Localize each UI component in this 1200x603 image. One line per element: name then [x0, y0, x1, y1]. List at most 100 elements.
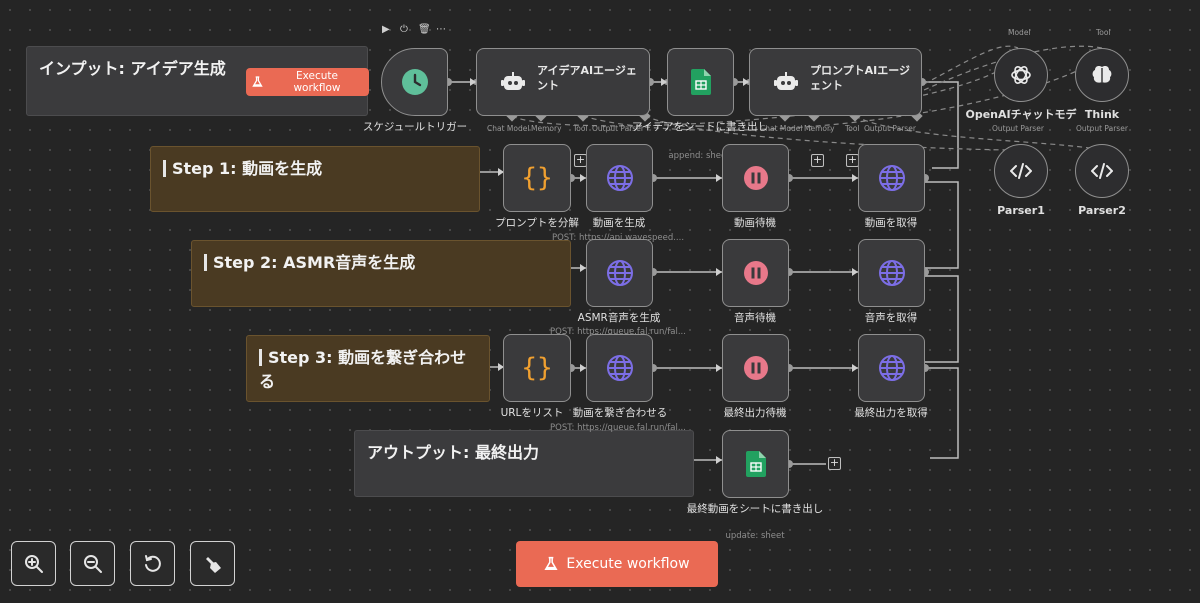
generate-asmr-audio-label: ASMR音声を生成 [577, 312, 661, 324]
globe-icon [878, 260, 905, 286]
openai-top-label: Model [1008, 28, 1031, 37]
wait-video-label: 動画待機 [734, 217, 776, 229]
think-bottom-label: Output Parser [1076, 124, 1128, 133]
globe-icon [606, 260, 633, 286]
execute-workflow-button[interactable]: Execute workflow [516, 541, 718, 587]
parser1-node[interactable] [994, 144, 1048, 198]
wait-audio-node[interactable] [722, 239, 789, 307]
idea-agent-tool-port: Tool [573, 124, 588, 133]
brain-icon [1092, 66, 1112, 83]
parser1-label: Parser1 [997, 204, 1045, 217]
wait-audio-label: 音声待機 [734, 312, 776, 324]
play-icon[interactable]: ▶ [382, 24, 390, 35]
zoom-out-icon [83, 554, 102, 573]
get-final-label: 最終出力を取得 [854, 407, 928, 419]
sticky-step3-title: Step 3: 動画を繋ぎ合わせる [259, 348, 467, 391]
code-icon [1010, 163, 1032, 179]
final-sheet-subtitle: update: sheet [725, 531, 785, 541]
prompt-agent-memory-port: Memory [804, 124, 835, 133]
prompt-agent-title: プロンプトAIエージェント [810, 64, 911, 92]
prompt-agent-add-memory-button[interactable]: + [811, 154, 824, 167]
clock-icon [401, 69, 428, 95]
idea-agent-chat-model-port: Chat Model [487, 124, 530, 133]
tidy-up-icon [205, 556, 221, 573]
trash-icon[interactable]: 🗑 [418, 24, 431, 35]
think-tool-node[interactable] [1075, 48, 1129, 102]
get-audio-label: 音声を取得 [864, 312, 918, 324]
robot-icon [774, 72, 798, 90]
prompt-agent-chat-model-port: Chat Model [760, 124, 803, 133]
execute-workflow-small-button[interactable]: Execute workflow [246, 68, 369, 96]
sticky-output-title: アウトプット: 最終出力 [367, 443, 539, 462]
think-top-label: Tool [1096, 28, 1111, 37]
url-list-label: URLをリスト [500, 407, 564, 419]
code-braces-icon: {} [521, 163, 553, 193]
get-video-label: 動画を取得 [864, 217, 918, 229]
prompt-agent-output-parser-port: Output Parser [864, 124, 916, 133]
final-sheet-node[interactable] [722, 430, 789, 498]
sticky-note-step3[interactable]: Step 3: 動画を繋ぎ合わせる [246, 335, 490, 402]
parser2-label: Parser2 [1078, 204, 1126, 217]
tidy-up-button[interactable] [190, 541, 235, 586]
globe-icon [878, 165, 905, 191]
wait-final-node[interactable] [722, 334, 789, 402]
power-icon[interactable]: ⏻ [400, 24, 408, 35]
merge-video-node[interactable] [586, 334, 653, 402]
more-icon[interactable]: ⋯ [436, 24, 446, 35]
pause-icon [743, 166, 768, 190]
openai-icon [1011, 66, 1031, 84]
generate-video-node[interactable] [586, 144, 653, 212]
final-sheet-label: 最終動画をシートに書き出し [686, 503, 824, 515]
sticky-note-step2[interactable]: Step 2: ASMR音声を生成 [191, 240, 571, 307]
merge-video-label: 動画を繋ぎ合わせる [572, 407, 668, 419]
idea-sheet-label: アイデアをシートに書き出し [632, 121, 768, 133]
flask-icon [544, 556, 558, 571]
zoom-in-button[interactable] [11, 541, 56, 586]
get-audio-node[interactable] [858, 239, 925, 307]
idea-agent-title: アイデアAIエージェント [537, 64, 637, 92]
sticky-input-title: インプット: アイデア生成 [39, 59, 226, 78]
merge-video-subtitle: POST: https://queue.fal.run/fal... [550, 423, 686, 433]
google-sheets-icon [745, 451, 766, 477]
google-sheets-icon [690, 69, 711, 95]
robot-icon [501, 72, 525, 90]
globe-icon [606, 165, 633, 191]
get-video-node[interactable] [858, 144, 925, 212]
openai-chat-model-node[interactable] [994, 48, 1048, 102]
reset-icon [144, 554, 161, 572]
sticky-note-output[interactable]: アウトプット: 最終出力 [354, 430, 694, 497]
execute-main-label: Execute workflow [566, 556, 690, 572]
reset-zoom-button[interactable] [130, 541, 175, 586]
generate-asmr-audio-node[interactable] [586, 239, 653, 307]
globe-icon [606, 355, 633, 381]
execute-small-label: Execute workflow [293, 70, 341, 94]
pause-icon [743, 261, 768, 285]
get-final-node[interactable] [858, 334, 925, 402]
prompt-ai-agent-node[interactable]: プロンプトAIエージェント [749, 48, 922, 116]
sticky-step2-title: Step 2: ASMR音声を生成 [213, 253, 416, 272]
url-list-node[interactable]: {} [503, 334, 571, 402]
idea-agent-memory-port: Memory [531, 124, 562, 133]
wait-final-label: 最終出力待機 [723, 407, 787, 419]
schedule-trigger-label: スケジュールトリガー [362, 121, 468, 133]
zoom-in-icon [24, 554, 43, 573]
code-braces-icon: {} [521, 353, 553, 383]
idea-sheet-node[interactable] [667, 48, 734, 116]
wait-video-node[interactable] [722, 144, 789, 212]
prompt-agent-tool-port: Tool [845, 124, 860, 133]
pause-icon [743, 356, 768, 380]
schedule-trigger-node[interactable] [381, 48, 448, 116]
sticky-note-step1[interactable]: Step 1: 動画を生成 [150, 146, 480, 212]
flask-icon [252, 76, 263, 87]
code-icon [1091, 163, 1113, 179]
final-sheet-add-node-button[interactable]: + [828, 457, 841, 470]
zoom-out-button[interactable] [70, 541, 115, 586]
generate-video-label: 動画を生成 [592, 217, 646, 229]
globe-icon [878, 355, 905, 381]
openai-bottom-label: Output Parser [992, 124, 1044, 133]
split-prompt-node[interactable]: {} [503, 144, 571, 212]
sticky-step1-title: Step 1: 動画を生成 [172, 159, 323, 178]
idea-ai-agent-node[interactable]: アイデアAIエージェント [476, 48, 650, 116]
think-label: Think [1084, 108, 1120, 121]
parser2-node[interactable] [1075, 144, 1129, 198]
